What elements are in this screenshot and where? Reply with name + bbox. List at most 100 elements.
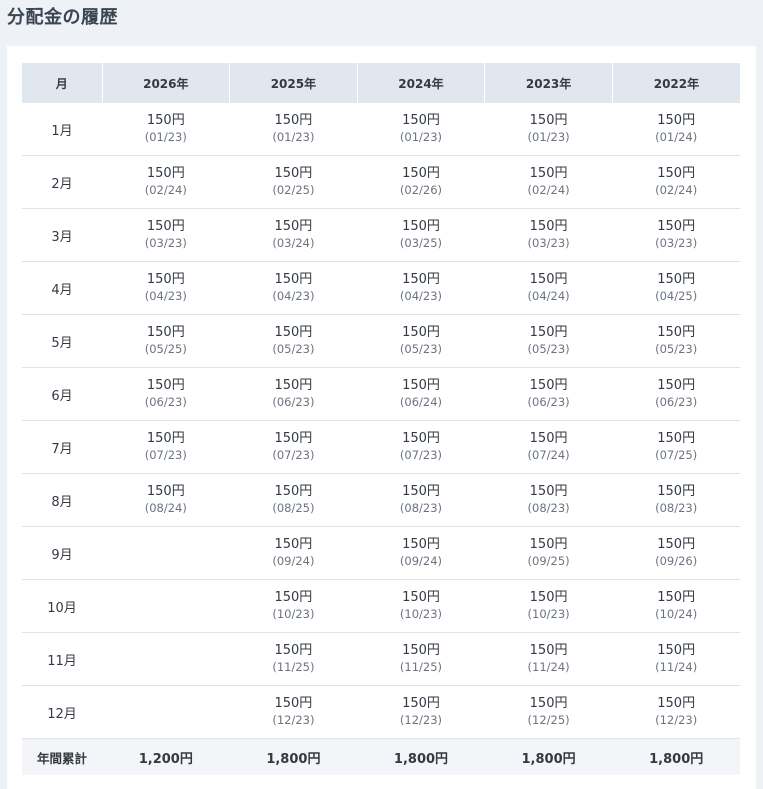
payment-date: (12/23) [272, 713, 315, 727]
dividend-cell: 150円 (03/23) [484, 208, 613, 262]
payment-date: (01/24) [655, 130, 698, 144]
payment-date: (10/23) [272, 607, 315, 621]
month-cell: 11月 [22, 632, 102, 686]
month-cell: 2月 [22, 155, 102, 209]
payment-date: (04/24) [527, 289, 570, 303]
payment-date: (06/23) [527, 395, 570, 409]
dividend-cell [102, 685, 230, 739]
dividend-amount: 150円 [402, 325, 440, 340]
month-cell: 3月 [22, 208, 102, 262]
dividend-cell: 150円 (08/23) [357, 473, 485, 527]
dividend-cell: 150円 (06/23) [612, 367, 740, 421]
table-body: 1月 150円 (01/23) 150円 (01/23) 150円 (01/23) 150円 (… [22, 103, 740, 739]
dividend-cell: 150円 (08/24) [102, 473, 230, 527]
dividend-amount: 150円 [657, 590, 696, 605]
dividend-amount: 150円 [402, 537, 440, 552]
table-row: 7月 150円 (07/23) 150円 (07/23) 150円 (07/23) 150円 (… [22, 420, 740, 474]
dividend-cell: 150円 (07/24) [484, 420, 613, 474]
dividend-cell: 150円 (01/23) [357, 103, 485, 156]
payment-date: (12/23) [655, 713, 698, 727]
dividend-amount: 150円 [529, 325, 568, 340]
payment-date: (06/23) [272, 395, 315, 409]
dividend-amount: 150円 [274, 431, 313, 446]
dividend-amount: 150円 [146, 378, 185, 393]
payment-date: (12/25) [527, 713, 570, 727]
dividend-cell: 150円 (09/24) [357, 526, 485, 580]
header-row: 月 2026年 2025年 2024年 2023年 2022年 [22, 63, 740, 103]
annual-total-value: 1,800円 [484, 738, 613, 775]
table-row: 12月 150円 (12/23) 150円 (12/23) 150円 (12/25) 150円… [22, 685, 740, 739]
dividend-cell [102, 579, 230, 633]
table-row: 11月 150円 (11/25) 150円 (11/25) 150円 (11/24) 150円… [22, 632, 740, 686]
table-footer: 年間累計 1,200円 1,800円 1,800円 1,800円 1,800円 [22, 738, 740, 775]
month-cell: 5月 [22, 314, 102, 368]
payment-date: (07/24) [527, 448, 570, 462]
table-row: 10月 150円 (10/23) 150円 (10/23) 150円 (10/23) 150円… [22, 579, 740, 633]
dividend-amount: 150円 [146, 431, 185, 446]
dividend-cell: 150円 (05/23) [484, 314, 613, 368]
month-cell: 6月 [22, 367, 102, 421]
payment-date: (06/23) [144, 395, 187, 409]
payment-date: (02/24) [527, 183, 570, 197]
dividend-cell: 150円 (12/23) [357, 685, 485, 739]
table-header: 月 2026年 2025年 2024年 2023年 2022年 [22, 63, 740, 103]
table-row: 1月 150円 (01/23) 150円 (01/23) 150円 (01/23) 150円 (… [22, 103, 740, 156]
dividend-amount: 150円 [274, 484, 313, 499]
payment-date: (03/25) [399, 236, 443, 250]
dividend-cell: 150円 (03/24) [229, 208, 358, 262]
dividend-amount: 150円 [274, 325, 313, 340]
dividend-cell: 150円 (01/24) [612, 103, 740, 156]
payment-date: (12/23) [399, 713, 443, 727]
dividend-cell: 150円 (03/23) [102, 208, 230, 262]
dividend-amount: 150円 [657, 696, 696, 711]
dividend-cell: 150円 (05/23) [612, 314, 740, 368]
column-header-year: 2025年 [229, 63, 358, 103]
dividend-cell: 150円 (11/24) [612, 632, 740, 686]
dividend-cell: 150円 (01/23) [484, 103, 613, 156]
dividend-cell: 150円 (10/24) [612, 579, 740, 633]
page-title: 分配金の履歴 [7, 7, 118, 28]
dividend-cell: 150円 (08/23) [484, 473, 613, 527]
payment-date: (11/24) [655, 660, 698, 674]
column-header-month: 月 [22, 63, 102, 103]
dividend-amount: 150円 [274, 113, 313, 128]
month-cell: 9月 [22, 526, 102, 580]
payment-date: (05/25) [144, 342, 187, 356]
dividend-cell: 150円 (04/23) [357, 261, 485, 315]
dividend-amount: 150円 [529, 431, 568, 446]
dividend-cell: 150円 (10/23) [357, 579, 485, 633]
dividend-cell: 150円 (07/23) [357, 420, 485, 474]
dividend-amount: 150円 [402, 113, 440, 128]
payment-date: (02/24) [144, 183, 187, 197]
month-cell: 4月 [22, 261, 102, 315]
dividend-amount: 150円 [402, 696, 440, 711]
annual-total-value: 1,800円 [612, 738, 740, 775]
dividend-amount: 150円 [402, 643, 440, 658]
table-row: 6月 150円 (06/23) 150円 (06/23) 150円 (06/24) 150円 (… [22, 367, 740, 421]
payment-date: (06/24) [399, 395, 443, 409]
dividend-amount: 150円 [529, 378, 568, 393]
dividend-cell: 150円 (12/23) [229, 685, 358, 739]
dividend-amount: 150円 [529, 272, 568, 287]
payment-date: (04/23) [144, 289, 187, 303]
payment-date: (07/23) [144, 448, 187, 462]
dividend-cell: 150円 (04/23) [102, 261, 230, 315]
month-cell: 8月 [22, 473, 102, 527]
dividend-amount: 150円 [529, 166, 568, 181]
dividend-cell: 150円 (08/25) [229, 473, 358, 527]
payment-date: (03/24) [272, 236, 315, 250]
annual-total-row: 年間累計 1,200円 1,800円 1,800円 1,800円 1,800円 [22, 738, 740, 775]
payment-date: (02/24) [655, 183, 698, 197]
payment-date: (11/25) [399, 660, 443, 674]
dividend-amount: 150円 [274, 378, 313, 393]
payment-date: (09/24) [272, 554, 315, 568]
dividend-cell: 150円 (03/23) [612, 208, 740, 262]
dividend-cell: 150円 (05/25) [102, 314, 230, 368]
payment-date: (11/24) [527, 660, 570, 674]
payment-date: (09/24) [399, 554, 443, 568]
payment-date: (07/23) [272, 448, 315, 462]
payment-date: (04/23) [399, 289, 443, 303]
dividend-amount: 150円 [529, 484, 568, 499]
payment-date: (10/23) [399, 607, 443, 621]
payment-date: (08/23) [399, 501, 443, 515]
